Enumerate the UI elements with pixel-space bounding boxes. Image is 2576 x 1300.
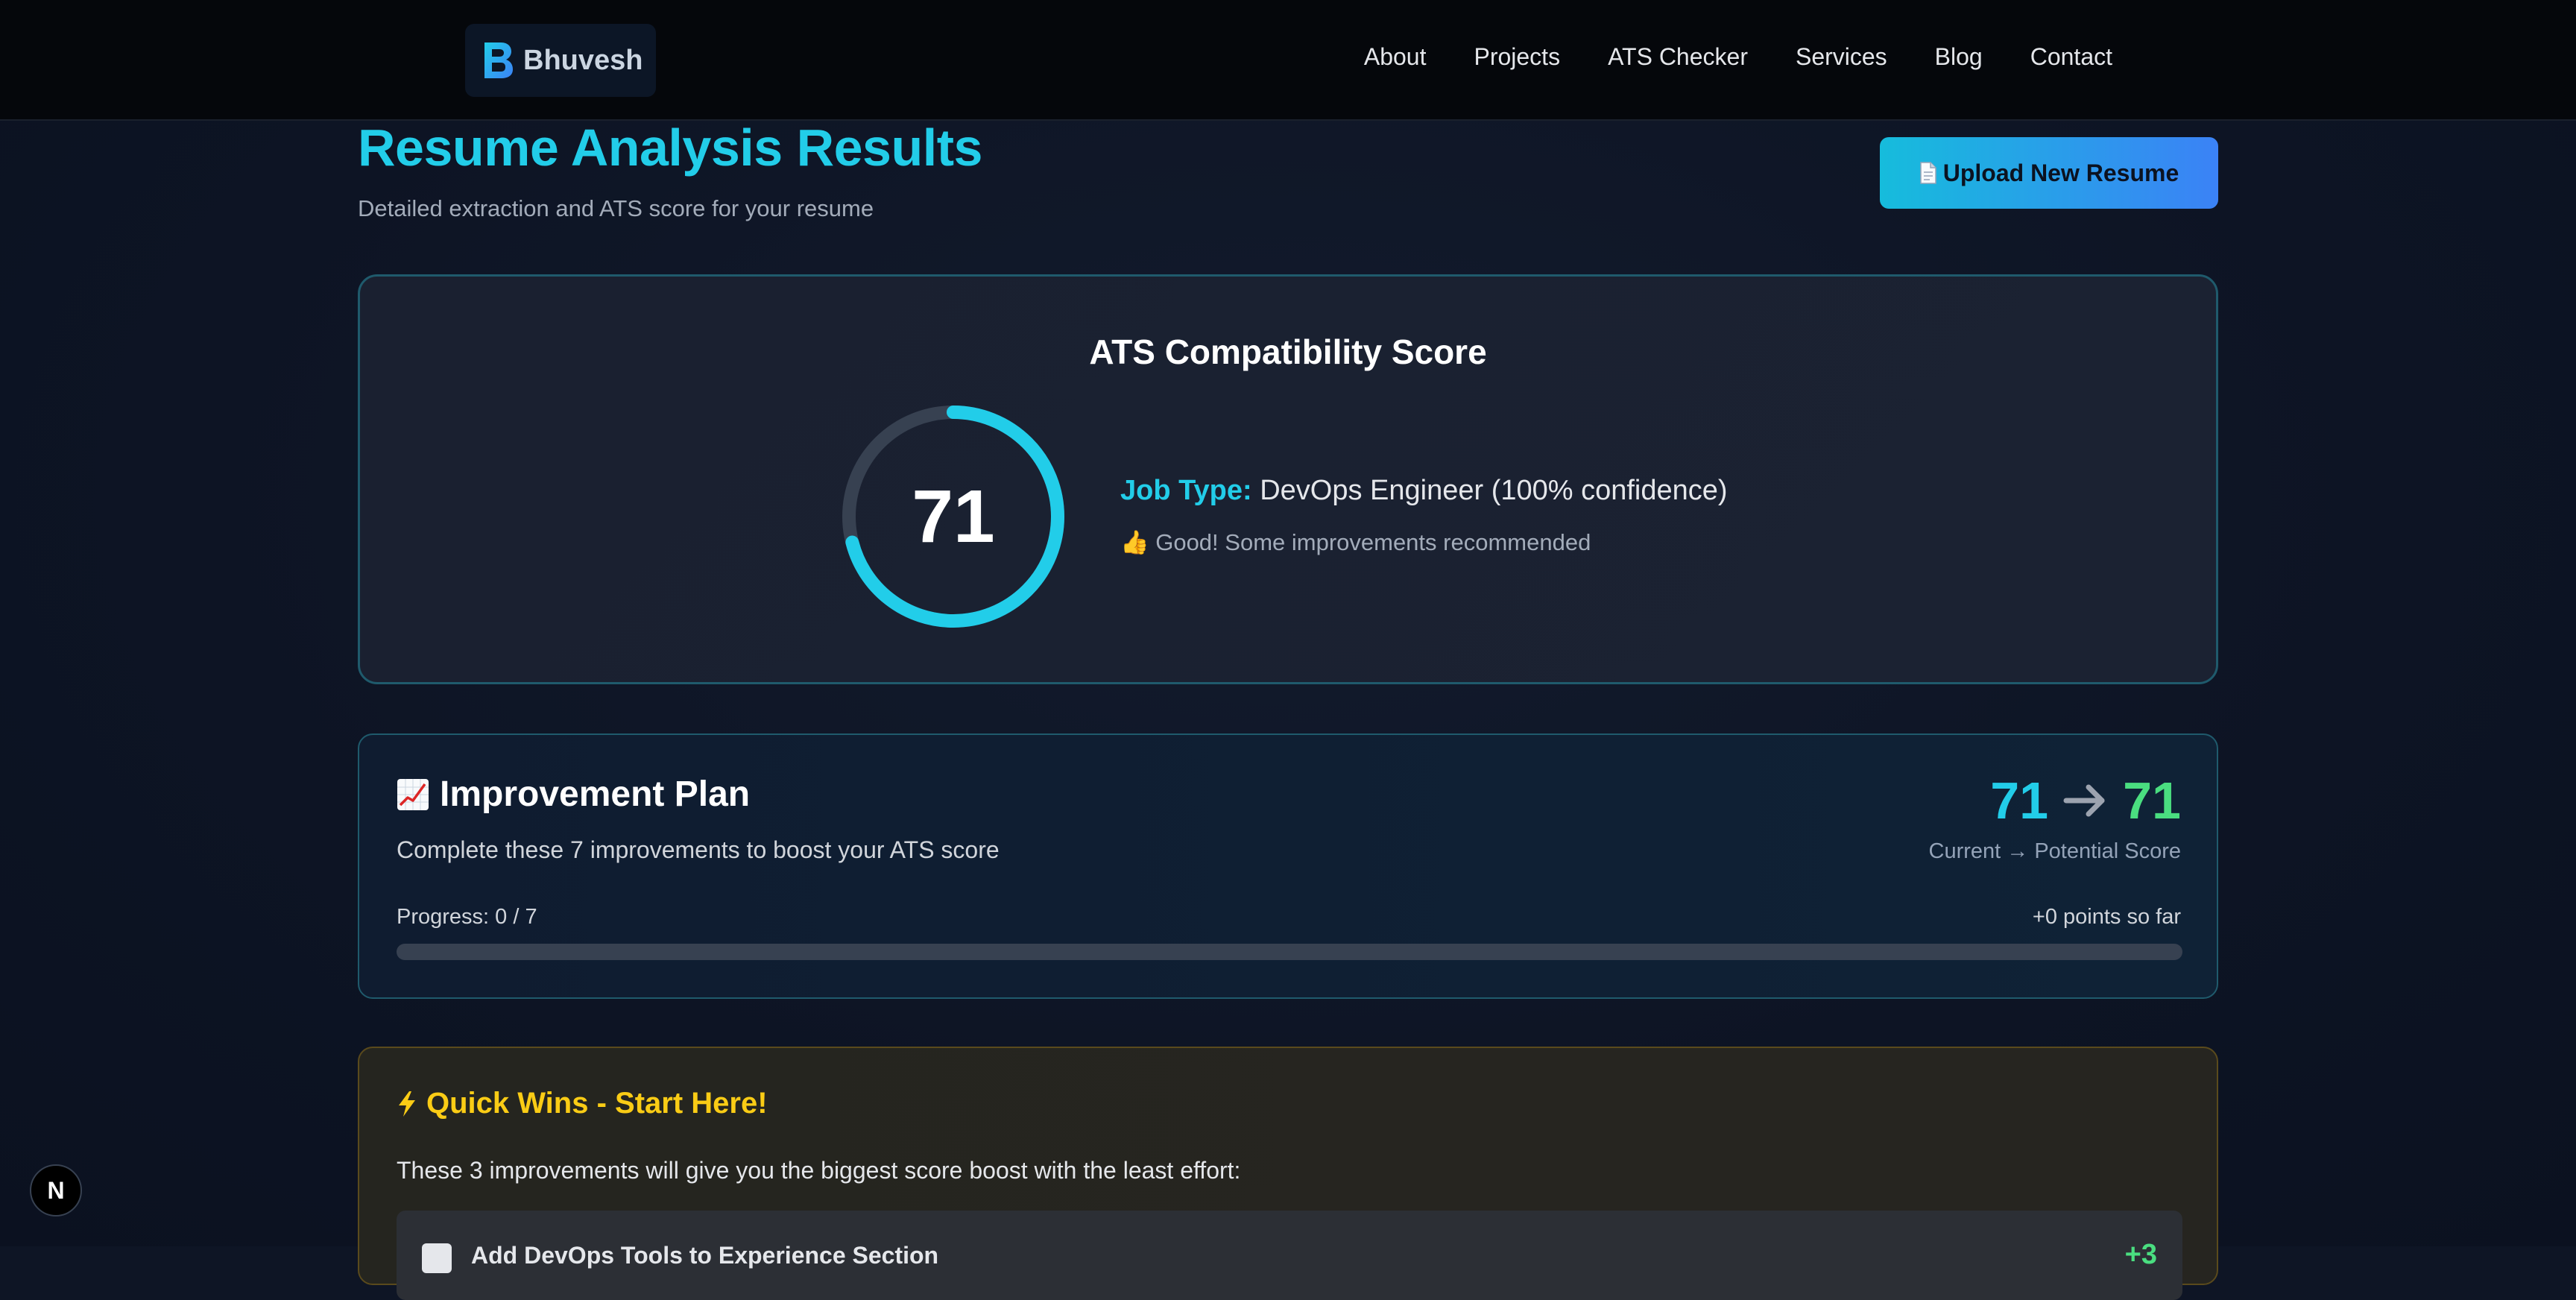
nav-link-blog[interactable]: Blog: [1935, 43, 1983, 71]
logo-b-icon: [484, 42, 513, 78]
plan-description: Complete these 7 improvements to boost y…: [397, 836, 1000, 863]
plan-score-label: Current → Potential Score: [1928, 839, 2181, 863]
brand-logo[interactable]: Bhuvesh: [465, 24, 656, 97]
quick-win-points: +3: [2124, 1239, 2157, 1270]
job-type-value: DevOps Engineer (100% confidence): [1260, 475, 1728, 506]
nav-link-about[interactable]: About: [1364, 43, 1427, 71]
nav-link-services[interactable]: Services: [1796, 43, 1887, 71]
nextjs-devtools-button[interactable]: N: [30, 1164, 82, 1217]
plan-title-text: Improvement Plan: [440, 774, 751, 814]
upload-button-label: Upload New Resume: [1942, 159, 2179, 186]
job-type: Job Type: DevOps Engineer (100% confiden…: [1120, 475, 1728, 507]
upload-new-resume-button[interactable]: Upload New Resume: [1880, 137, 2218, 209]
lightning-icon: [399, 1091, 415, 1117]
quick-win-checkbox[interactable]: [422, 1243, 452, 1273]
page-subtitle: Detailed extraction and ATS score for yo…: [358, 195, 874, 221]
document-icon: [1919, 162, 1936, 184]
quick-wins-title: Quick Wins - Start Here!: [397, 1087, 768, 1120]
nav-link-contact[interactable]: Contact: [2030, 43, 2112, 71]
top-navbar: Bhuvesh About Projects ATS Checker Servi…: [0, 0, 2576, 121]
quick-win-item[interactable]: Add DevOps Tools to Experience Section +…: [397, 1211, 2182, 1300]
chart-increasing-icon: [397, 778, 429, 810]
job-type-label: Job Type:: [1120, 475, 1252, 506]
quick-wins-description: These 3 improvements will give you the b…: [397, 1157, 1241, 1184]
progress-label: Progress: 0 / 7: [397, 905, 537, 929]
nav-links: About Projects ATS Checker Services Blog…: [1364, 43, 2112, 71]
potential-score: 71: [2123, 772, 2181, 830]
arrow-right-icon: [2063, 784, 2105, 817]
score-status: 👍 Good! Some improvements recommended: [1120, 529, 1591, 555]
plan-score: 71 71: [1990, 771, 2181, 830]
plan-title: Improvement Plan: [397, 774, 750, 815]
improvement-plan-card: Improvement Plan Complete these 7 improv…: [358, 733, 2218, 999]
page-title: Resume Analysis Results: [358, 119, 982, 177]
nav-link-ats-checker[interactable]: ATS Checker: [1608, 43, 1748, 71]
brand-name: Bhuvesh: [523, 44, 643, 76]
nav-link-projects[interactable]: Projects: [1474, 43, 1560, 71]
progress-bar: [397, 944, 2182, 960]
quick-wins-card: Quick Wins - Start Here! These 3 improve…: [358, 1047, 2218, 1300]
score-value: 71: [912, 474, 995, 558]
ats-score-card: ATS Compatibility Score 71 Job Type: Dev…: [358, 274, 2218, 684]
current-score: 71: [1990, 772, 2049, 830]
score-ring: 71: [837, 400, 1070, 633]
score-heading: ATS Compatibility Score: [1089, 332, 1487, 371]
progress-points: +0 points so far: [2032, 905, 2181, 929]
quick-wins-title-text: Quick Wins - Start Here!: [426, 1087, 768, 1120]
